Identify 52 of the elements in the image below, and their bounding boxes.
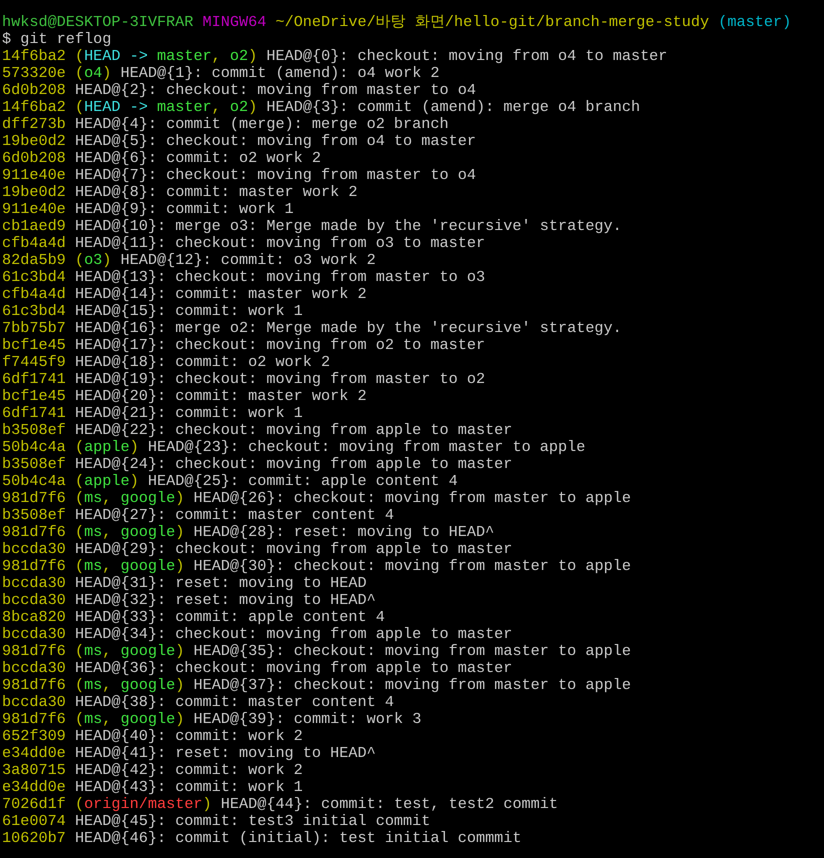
reflog-line: 6d0b208 HEAD@{6}: commit: o2 work 2	[2, 150, 322, 167]
reflog-line: cb1aed9 HEAD@{10}: merge o3: Merge made by the 'recursive' strategy.	[2, 218, 623, 235]
reflog-line: 652f309 HEAD@{40}: commit: work 2	[2, 728, 304, 745]
reflog-line: 61c3bd4 HEAD@{15}: commit: work 1	[2, 303, 304, 320]
reflog-line: bcf1e45 HEAD@{20}: commit: master work 2	[2, 388, 368, 405]
reflog-line: 911e40e HEAD@{9}: commit: work 1	[2, 201, 295, 218]
reflog-line: 82da5b9 (o3) HEAD@{12}: commit: o3 work 2	[2, 252, 377, 269]
reflog-line: 981d7f6 (ms, google) HEAD@{39}: commit: work 3	[2, 711, 422, 728]
reflog-line: bccda30 HEAD@{36}: checkout: moving from apple to master	[2, 660, 514, 677]
reflog-line: bccda30 HEAD@{38}: commit: master content 4	[2, 694, 395, 711]
reflog-line: 19be0d2 HEAD@{5}: checkout: moving from o4 to master	[2, 133, 477, 150]
reflog-line: b3508ef HEAD@{22}: checkout: moving from apple to master	[2, 422, 514, 439]
reflog-line: bcf1e45 HEAD@{17}: checkout: moving from o2 to master	[2, 337, 486, 354]
reflog-line: 981d7f6 (ms, google) HEAD@{26}: checkout: moving from master to apple	[2, 490, 632, 507]
reflog-line: b3508ef HEAD@{24}: checkout: moving from apple to master	[2, 456, 514, 473]
reflog-line: bccda30 HEAD@{31}: reset: moving to HEAD	[2, 575, 368, 592]
reflog-line: cfb4a4d HEAD@{14}: commit: master work 2	[2, 286, 368, 303]
reflog-line: 19be0d2 HEAD@{8}: commit: master work 2	[2, 184, 358, 201]
reflog-line: 573320e (o4) HEAD@{1}: commit (amend): o4 work 2	[2, 65, 441, 82]
reflog-line: 61e0074 HEAD@{45}: commit: test3 initial commit	[2, 813, 432, 830]
reflog-line: bccda30 HEAD@{34}: checkout: moving from apple to master	[2, 626, 514, 643]
reflog-line: 7026d1f (origin/master) HEAD@{44}: commit: test, test2 commit	[2, 796, 560, 813]
reflog-line: e34dd0e HEAD@{41}: reset: moving to HEAD^	[2, 745, 377, 762]
reflog-line: b3508ef HEAD@{27}: commit: master content 4	[2, 507, 395, 524]
reflog-line: 8bca820 HEAD@{33}: commit: apple content 4	[2, 609, 386, 626]
prompt-shell: MINGW64	[202, 13, 266, 31]
command-line: $ git reflog	[2, 31, 112, 48]
reflog-line: cfb4a4d HEAD@{11}: checkout: moving from o3 to master	[2, 235, 486, 252]
reflog-line: 10620b7 HEAD@{46}: commit (initial): test initial commmit	[2, 830, 523, 847]
reflog-line: 981d7f6 (ms, google) HEAD@{28}: reset: moving to HEAD^	[2, 524, 496, 541]
prompt-user-host: hwksd@DESKTOP-3IVFRAR	[2, 13, 194, 31]
reflog-line: bccda30 HEAD@{29}: checkout: moving from apple to master	[2, 541, 514, 558]
reflog-line: 61c3bd4 HEAD@{13}: checkout: moving from master to o3	[2, 269, 486, 286]
reflog-line: e34dd0e HEAD@{43}: commit: work 1	[2, 779, 304, 796]
reflog-line: 981d7f6 (ms, google) HEAD@{37}: checkout: moving from master to apple	[2, 677, 632, 694]
prompt-path: ~/OneDrive/바탕 화면/hello-git/branch-merge-study	[275, 13, 710, 31]
reflog-line: 981d7f6 (ms, google) HEAD@{30}: checkout: moving from master to apple	[2, 558, 632, 575]
reflog-line: 911e40e HEAD@{7}: checkout: moving from master to o4	[2, 167, 477, 184]
reflog-line: 6df1741 HEAD@{19}: checkout: moving from master to o2	[2, 371, 486, 388]
reflog-line: 981d7f6 (ms, google) HEAD@{35}: checkout: moving from master to apple	[2, 643, 632, 660]
reflog-line: 6df1741 HEAD@{21}: commit: work 1	[2, 405, 304, 422]
reflog-line: 14f6ba2 (HEAD -> master, o2) HEAD@{3}: commit (amend): merge o4 branch	[2, 99, 642, 116]
reflog-line: bccda30 HEAD@{32}: reset: moving to HEAD^	[2, 592, 377, 609]
reflog-line: dff273b HEAD@{4}: commit (merge): merge o2 branch	[2, 116, 450, 133]
reflog-line: 50b4c4a (apple) HEAD@{25}: commit: apple content 4	[2, 473, 459, 490]
prompt-branch: (master)	[718, 13, 792, 31]
reflog-line: 50b4c4a (apple) HEAD@{23}: checkout: moving from master to apple	[2, 439, 586, 456]
reflog-line: 14f6ba2 (HEAD -> master, o2) HEAD@{0}: checkout: moving from o4 to master	[2, 48, 668, 65]
reflog-line: 7bb75b7 HEAD@{16}: merge o2: Merge made by the 'recursive' strategy.	[2, 320, 623, 337]
reflog-line: f7445f9 HEAD@{18}: commit: o2 work 2	[2, 354, 332, 371]
reflog-line: 3a80715 HEAD@{42}: commit: work 2	[2, 762, 304, 779]
reflog-line: 6d0b208 HEAD@{2}: checkout: moving from master to o4	[2, 82, 477, 99]
